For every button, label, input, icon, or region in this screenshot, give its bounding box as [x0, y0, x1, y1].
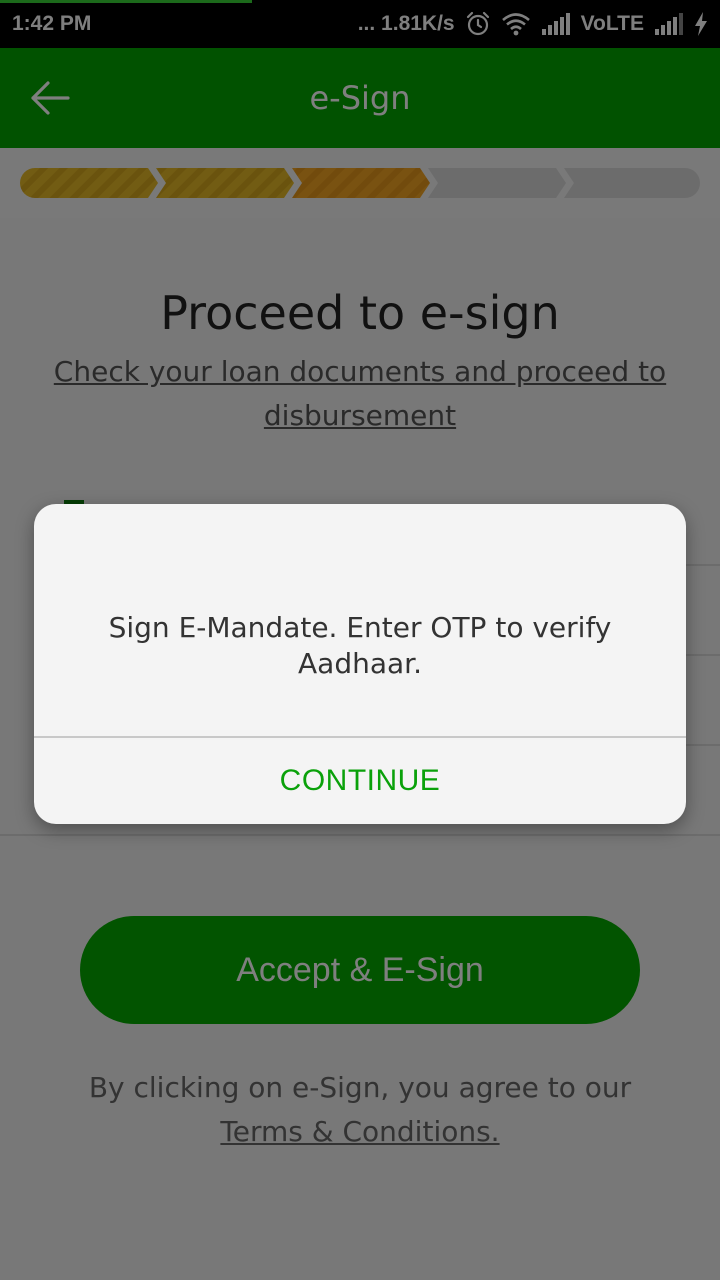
dialog-message: Sign E-Mandate. Enter OTP to verify Aadh…: [108, 611, 612, 680]
screen: 1:42 PM ... 1.81K/s: [0, 0, 720, 1280]
continue-button[interactable]: CONTINUE: [34, 738, 686, 824]
emandate-dialog: Sign E-Mandate. Enter OTP to verify Aadh…: [34, 504, 686, 824]
